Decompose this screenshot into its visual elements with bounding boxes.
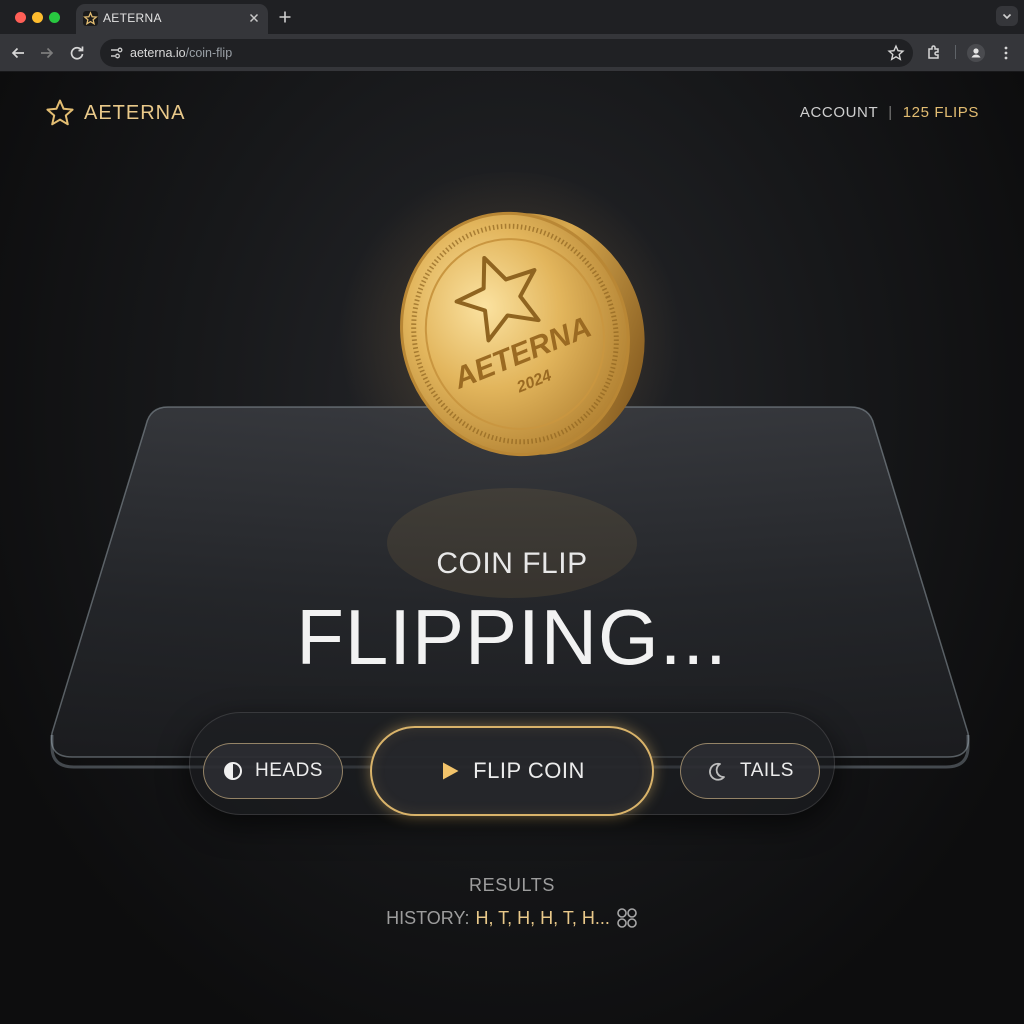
tab-close-icon[interactable] <box>244 8 264 28</box>
window-minimize-button[interactable] <box>32 12 43 23</box>
nav-divider: | <box>888 104 893 121</box>
heads-label: HEADS <box>255 760 323 781</box>
tails-button[interactable]: TAILS <box>680 743 820 799</box>
gold-coin: AETERNA 2024 <box>400 211 645 457</box>
top-navigation: ACCOUNT | 125 FLIPS <box>800 104 979 121</box>
window-close-button[interactable] <box>15 12 26 23</box>
coin-flip-page: AETERNA ACCOUNT | 125 FLIPS AETERNA 2024… <box>0 72 1024 1024</box>
star-logo-icon <box>46 99 74 126</box>
history-label: HISTORY: <box>386 907 470 928</box>
crescent-moon-icon <box>709 762 725 781</box>
flips-counter: 125 FLIPS <box>902 104 979 121</box>
browser-tab-bar: AETERNA <box>0 0 1024 34</box>
results-label: RESULTS <box>469 875 555 895</box>
window-maximize-button[interactable] <box>49 12 60 23</box>
history-value: H, T, H, H, T, H... <box>475 907 610 928</box>
play-icon <box>443 762 459 780</box>
account-link[interactable]: ACCOUNT <box>800 104 878 121</box>
brand-name: AETERNA <box>84 101 186 124</box>
forward-icon[interactable] <box>35 41 59 65</box>
back-icon[interactable] <box>6 41 30 65</box>
address-bar[interactable]: aeterna.io/coin-flip <box>100 39 913 67</box>
tab-title: AETERNA <box>103 11 162 25</box>
flip-coin-button[interactable]: FLIP COIN <box>370 726 654 816</box>
brand-logo[interactable]: AETERNA <box>44 97 185 129</box>
url-host: aeterna.io <box>130 46 186 60</box>
profile-icon[interactable] <box>964 41 988 65</box>
more-menu-icon[interactable] <box>994 41 1018 65</box>
url-path: /coin-flip <box>185 46 233 60</box>
url-text: aeterna.io/coin-flip <box>130 46 232 60</box>
new-tab-plus-icon[interactable] <box>274 6 296 28</box>
heads-button[interactable]: HEADS <box>203 743 343 799</box>
toolbar-divider <box>955 45 956 59</box>
game-title: COIN FLIP <box>436 547 588 580</box>
extensions-icon[interactable] <box>922 41 946 65</box>
browser-toolbar: aeterna.io/coin-flip <box>0 34 1024 72</box>
coins-grid-icon[interactable] <box>616 907 638 929</box>
tails-label: TAILS <box>740 760 794 781</box>
site-info-icon[interactable] <box>106 43 126 63</box>
tab-search-chevron-down-icon[interactable] <box>996 6 1018 26</box>
flip-status: FLIPPING... <box>296 593 728 681</box>
history-row: HISTORY: H, T, H, H, T, H... <box>0 907 1024 929</box>
bookmark-star-icon[interactable] <box>885 42 907 64</box>
flip-coin-label: FLIP COIN <box>473 758 585 783</box>
browser-tab[interactable]: AETERNA <box>76 4 268 34</box>
favicon-star-icon <box>83 11 98 26</box>
reload-icon[interactable] <box>65 41 89 65</box>
half-circle-icon <box>224 762 243 780</box>
